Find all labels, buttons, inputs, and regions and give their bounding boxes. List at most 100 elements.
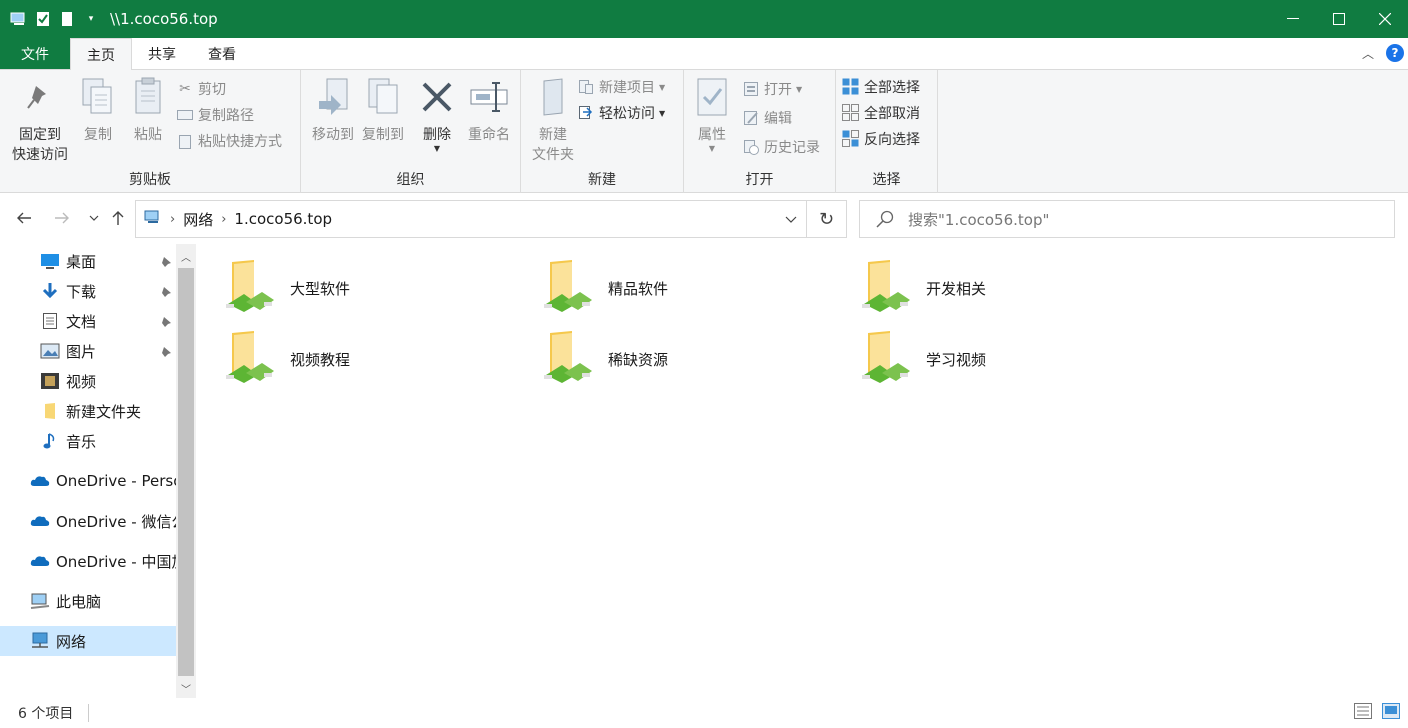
- tab-view[interactable]: 查看: [192, 38, 252, 69]
- nav-item-new-folder[interactable]: 新建文件夹: [0, 396, 176, 426]
- nav-item-onedrive-china[interactable]: OneDrive - 中国加: [0, 546, 176, 576]
- pin-icon[interactable]: [160, 314, 172, 332]
- cut-label: 剪切: [198, 82, 226, 98]
- new-item-label: 新建项目: [599, 80, 655, 96]
- tab-share[interactable]: 共享: [132, 38, 192, 69]
- breadcrumb-network[interactable]: 网络: [183, 209, 213, 230]
- nav-item-label: OneDrive - Personal: [56, 472, 176, 490]
- edit-button[interactable]: 编辑: [742, 107, 792, 129]
- new-item-dropdown-icon: ▼: [659, 82, 666, 92]
- organize-group: 移动到 复制到 删除 ▼ 重命名 组织: [301, 70, 521, 193]
- paste-button[interactable]: 粘贴: [126, 76, 170, 144]
- nav-item-network[interactable]: 网络: [0, 626, 176, 656]
- rename-icon: [469, 76, 509, 118]
- properties-icon: [692, 76, 732, 118]
- large-icons-view-icon[interactable]: [1382, 703, 1400, 723]
- invert-selection-button[interactable]: 反向选择: [842, 128, 920, 150]
- maximize-button[interactable]: [1316, 0, 1362, 38]
- breadcrumb-host[interactable]: 1.coco56.top: [234, 210, 332, 228]
- organize-group-label: 组织: [396, 172, 425, 188]
- folder-name: 大型软件: [290, 280, 351, 298]
- copy-button[interactable]: 复制: [76, 76, 120, 144]
- customize-qat-chevron-icon[interactable]: ▾: [82, 10, 100, 28]
- nav-item-this-pc[interactable]: 此电脑: [0, 586, 176, 616]
- shared-folder-item[interactable]: 视频教程: [224, 329, 524, 389]
- nav-item-label: 此电脑: [56, 592, 102, 611]
- pin-icon[interactable]: [160, 344, 172, 362]
- nav-item-pictures[interactable]: 图片: [0, 336, 176, 366]
- copy-to-button[interactable]: 复制到: [355, 76, 411, 144]
- refresh-button[interactable]: ↻: [806, 201, 846, 237]
- nav-item-music[interactable]: 音乐: [0, 426, 176, 456]
- tab-file[interactable]: 文件: [0, 38, 70, 69]
- copy-path-button[interactable]: 复制路径: [176, 104, 254, 126]
- easy-access-button[interactable]: 轻松访问 ▼: [577, 102, 665, 124]
- shared-folder-item[interactable]: 大型软件: [224, 258, 524, 318]
- address-bar[interactable]: › 网络 › 1.coco56.top ↻: [135, 200, 847, 238]
- minimize-button[interactable]: [1270, 0, 1316, 38]
- properties-button[interactable]: 属性 ▼: [688, 76, 736, 153]
- new-item-button[interactable]: 新建项目 ▼: [577, 76, 665, 98]
- pin-icon[interactable]: [160, 254, 172, 272]
- recent-locations-chevron-icon[interactable]: [84, 208, 104, 228]
- shared-folder-item[interactable]: 稀缺资源: [542, 329, 842, 389]
- nav-item-desktop[interactable]: 桌面: [0, 246, 176, 276]
- onedrive-icon: [30, 511, 50, 531]
- nav-item-label: OneDrive - 微信公众号: [56, 512, 176, 531]
- new-folder-button[interactable]: 新建 文件夹: [525, 76, 581, 164]
- cut-button[interactable]: ✂ 剪切: [176, 78, 226, 100]
- open-group-label: 打开: [745, 172, 774, 188]
- network-icon: [30, 631, 50, 651]
- pin-quick-access-button[interactable]: 固定到 快速访问: [8, 76, 72, 164]
- up-button[interactable]: [108, 208, 128, 228]
- nav-item-downloads[interactable]: 下载: [0, 276, 176, 306]
- nav-item-documents[interactable]: 文档: [0, 306, 176, 336]
- select-all-button[interactable]: 全部选择: [842, 76, 920, 98]
- collapse-ribbon-icon[interactable]: ︿: [1362, 45, 1374, 62]
- select-none-button[interactable]: 全部取消: [842, 102, 920, 124]
- move-to-label: 移动到: [312, 127, 354, 143]
- paste-icon: [128, 76, 168, 118]
- new-folder-quick-icon[interactable]: [58, 10, 76, 28]
- rename-button[interactable]: 重命名: [461, 76, 517, 144]
- network-folder-icon: [542, 258, 598, 318]
- search-placeholder: 搜索"1.coco56.top": [908, 210, 1050, 229]
- nav-item-label: 下载: [66, 282, 97, 301]
- shared-folder-item[interactable]: 开发相关: [860, 258, 1160, 318]
- help-icon[interactable]: ?: [1386, 44, 1404, 62]
- scroll-up-arrow-icon[interactable]: ︿: [176, 246, 196, 266]
- network-folder-icon: [860, 258, 916, 318]
- paste-shortcut-button[interactable]: 粘贴快捷方式: [176, 130, 282, 152]
- nav-item-onedrive-personal[interactable]: OneDrive - Personal: [0, 466, 176, 496]
- nav-item-onedrive-wechat[interactable]: OneDrive - 微信公众号: [0, 506, 176, 536]
- pin-icon: [20, 76, 60, 118]
- move-to-button[interactable]: 移动到: [305, 76, 361, 144]
- edit-icon: [742, 109, 760, 127]
- scroll-down-arrow-icon[interactable]: ﹀: [176, 678, 196, 698]
- open-button[interactable]: 打开 ▼: [742, 78, 802, 100]
- properties-quick-icon[interactable]: [34, 10, 52, 28]
- shared-folder-item[interactable]: 学习视频: [860, 329, 1160, 389]
- tab-home[interactable]: 主页: [70, 38, 132, 71]
- history-button[interactable]: 历史记录: [742, 136, 820, 158]
- scrollbar-thumb[interactable]: [178, 268, 194, 676]
- nav-item-label: 图片: [66, 342, 97, 361]
- network-folder-icon: [860, 329, 916, 389]
- forward-button[interactable]: [52, 208, 72, 228]
- shared-folder-item[interactable]: 精品软件: [542, 258, 842, 318]
- breadcrumb-separator-icon[interactable]: ›: [221, 212, 226, 227]
- properties-dropdown-icon[interactable]: ▼: [688, 144, 736, 153]
- delete-button[interactable]: 删除 ▼: [417, 76, 457, 153]
- nav-item-videos[interactable]: 视频: [0, 366, 176, 396]
- explorer-app-icon[interactable]: [10, 10, 28, 28]
- pin-icon[interactable]: [160, 284, 172, 302]
- back-button[interactable]: [14, 208, 34, 228]
- search-box[interactable]: 搜索"1.coco56.top": [859, 200, 1395, 238]
- close-button[interactable]: [1362, 0, 1408, 38]
- delete-dropdown-icon[interactable]: ▼: [417, 144, 457, 153]
- details-view-icon[interactable]: [1354, 703, 1372, 723]
- breadcrumb-separator-icon[interactable]: ›: [170, 212, 175, 227]
- navigation-scrollbar[interactable]: ︿ ﹀: [176, 244, 196, 698]
- folder-name: 精品软件: [608, 280, 669, 298]
- address-history-chevron-icon[interactable]: [776, 201, 806, 237]
